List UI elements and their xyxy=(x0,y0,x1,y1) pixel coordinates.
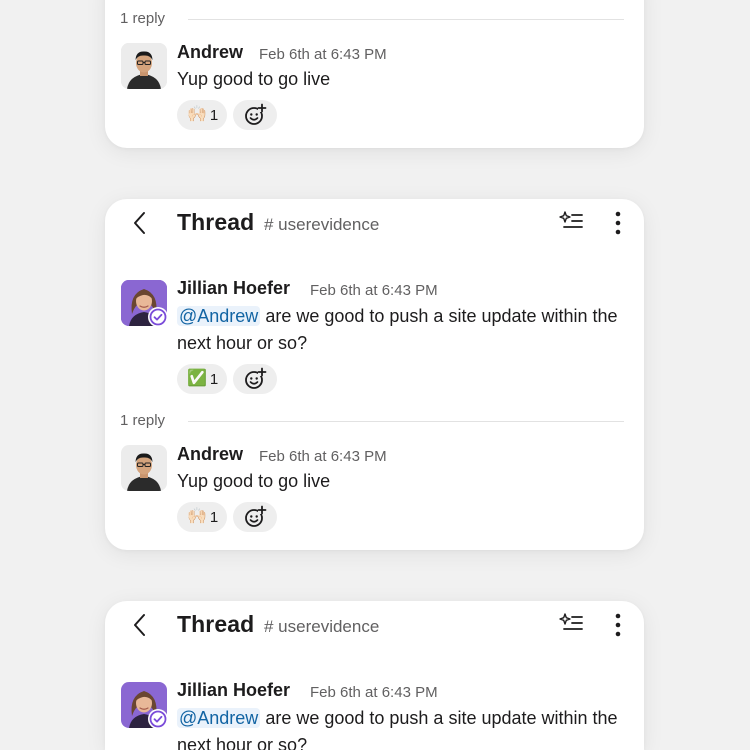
add-reaction-button[interactable] xyxy=(233,100,277,130)
message-text: Yup good to go live xyxy=(177,471,331,491)
verified-badge xyxy=(148,307,168,327)
message-author[interactable]: Andrew xyxy=(177,444,243,465)
thread-card-bottom: Thread # userevidence Jillian Hoefer Feb… xyxy=(105,601,644,750)
back-arrow-icon xyxy=(134,614,145,636)
thread-title: Thread xyxy=(177,209,255,235)
thread-card-middle: Thread # userevidence Jillian Hoefer Feb… xyxy=(105,199,644,550)
ai-summary-icon xyxy=(559,211,583,228)
reaction-count: 1 xyxy=(209,106,219,124)
raised-hands-icon: 🙌🏻 xyxy=(187,508,207,525)
message-timestamp[interactable]: Feb 6th at 6:43 PM xyxy=(310,684,438,701)
channel-name[interactable]: # userevidence xyxy=(264,215,379,235)
reply-divider xyxy=(188,421,624,422)
message-timestamp[interactable]: Feb 6th at 6:43 PM xyxy=(259,46,387,63)
ai-summary-button[interactable] xyxy=(559,210,585,234)
reply-count[interactable]: 1 reply xyxy=(120,10,165,27)
user-mention[interactable]: @Andrew xyxy=(177,708,261,728)
message-text: Yup good to go live xyxy=(177,69,331,89)
back-button[interactable] xyxy=(127,210,153,236)
more-vertical-icon xyxy=(615,613,621,637)
message-author[interactable]: Jillian Hoefer xyxy=(177,680,290,701)
add-reaction-button[interactable] xyxy=(233,364,277,394)
verified-badge-icon xyxy=(149,308,167,326)
channel-name[interactable]: # userevidence xyxy=(264,617,379,637)
avatar-andrew[interactable] xyxy=(121,445,167,491)
reaction-raised-hands[interactable]: 🙌🏻 1 xyxy=(177,502,228,532)
add-reaction-icon xyxy=(245,505,267,527)
add-reaction-button[interactable] xyxy=(233,502,277,532)
verified-badge-icon xyxy=(149,710,167,728)
thread-card-top: 1 reply Andrew Feb 6th at 6:43 PM Yup go… xyxy=(105,0,644,148)
message-timestamp[interactable]: Feb 6th at 6:43 PM xyxy=(259,448,387,465)
message-author[interactable]: Jillian Hoefer xyxy=(177,278,290,299)
ai-summary-icon xyxy=(559,613,583,630)
reaction-count: 1 xyxy=(209,370,219,388)
message-timestamp[interactable]: Feb 6th at 6:43 PM xyxy=(310,282,438,299)
ai-summary-button[interactable] xyxy=(559,612,585,636)
user-mention[interactable]: @Andrew xyxy=(177,306,261,326)
reply-count[interactable]: 1 reply xyxy=(120,412,165,429)
more-options-button[interactable] xyxy=(608,612,628,638)
message-author[interactable]: Andrew xyxy=(177,42,243,63)
add-reaction-icon xyxy=(245,367,267,389)
reaction-count: 1 xyxy=(209,508,219,526)
more-vertical-icon xyxy=(615,211,621,235)
add-reaction-icon xyxy=(245,103,267,125)
verified-badge xyxy=(148,709,168,729)
raised-hands-icon: 🙌🏻 xyxy=(187,106,207,123)
back-arrow-icon xyxy=(134,212,145,234)
reaction-check[interactable]: ✅ 1 xyxy=(177,364,228,394)
more-options-button[interactable] xyxy=(608,210,628,236)
check-mark-icon: ✅ xyxy=(187,370,207,387)
back-button[interactable] xyxy=(127,612,153,638)
thread-title: Thread xyxy=(177,611,255,637)
message-text: @Andrew are we good to push a site updat… xyxy=(177,705,637,750)
reply-divider xyxy=(188,19,624,20)
avatar-andrew[interactable] xyxy=(121,43,167,89)
reaction-raised-hands[interactable]: 🙌🏻 1 xyxy=(177,100,228,130)
message-text: @Andrew are we good to push a site updat… xyxy=(177,303,637,357)
